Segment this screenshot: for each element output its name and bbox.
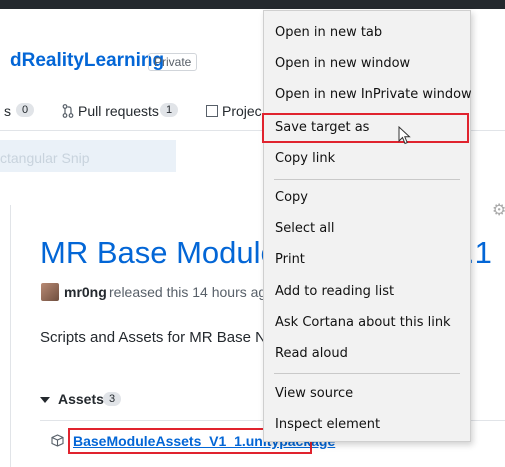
assets-count: 3: [103, 392, 122, 406]
tab-issues-count: 0: [16, 103, 35, 117]
menu-copy-link[interactable]: Copy link: [264, 143, 470, 174]
tab-pull-requests-label: Pull requests: [78, 103, 159, 119]
menu-separator: [274, 373, 460, 374]
release-timestamp: released this 14 hours ago: [109, 284, 274, 300]
pull-request-icon: [62, 104, 74, 118]
menu-view-source[interactable]: View source: [264, 378, 470, 409]
mouse-cursor-icon: [398, 126, 411, 145]
menu-add-to-reading-list[interactable]: Add to reading list: [264, 276, 470, 307]
avatar[interactable]: [41, 283, 59, 301]
caret-down-icon: [40, 397, 50, 403]
release-author[interactable]: mr0ng: [64, 284, 107, 300]
snip-mode-label: ctangular Snip: [0, 150, 90, 166]
tab-pull-requests-count: 1: [160, 103, 179, 117]
menu-read-aloud[interactable]: Read aloud: [264, 338, 470, 369]
private-badge: Private: [148, 53, 198, 71]
menu-ask-cortana[interactable]: Ask Cortana about this link: [264, 307, 470, 338]
package-icon: [51, 434, 64, 447]
menu-open-inprivate-window[interactable]: Open in new InPrivate window: [264, 79, 472, 110]
tab-issues-label[interactable]: s: [4, 103, 11, 119]
assets-label: Assets: [58, 391, 104, 407]
menu-separator: [274, 179, 460, 180]
menu-open-new-tab[interactable]: Open in new tab: [264, 17, 470, 48]
tab-projects[interactable]: Projec: [206, 103, 262, 119]
tab-projects-label: Projec: [222, 103, 262, 119]
repo-title[interactable]: dRealityLearning: [10, 50, 164, 72]
top-navbar: [0, 0, 505, 9]
release-description: Scripts and Assets for MR Base N: [40, 329, 266, 346]
assets-toggle[interactable]: Assets: [40, 391, 104, 407]
menu-select-all[interactable]: Select all: [264, 213, 470, 244]
context-menu: Open in new tab Open in new window Open …: [263, 10, 472, 442]
menu-inspect-element[interactable]: Inspect element: [264, 409, 470, 440]
tab-pull-requests[interactable]: Pull requests: [62, 103, 159, 119]
project-icon: [206, 105, 218, 117]
menu-copy[interactable]: Copy: [264, 182, 470, 213]
menu-open-new-window[interactable]: Open in new window: [264, 48, 470, 79]
save-target-highlight-box: [262, 113, 469, 143]
release-title[interactable]: MR Base Module: [40, 235, 278, 271]
menu-print[interactable]: Print: [264, 244, 470, 275]
